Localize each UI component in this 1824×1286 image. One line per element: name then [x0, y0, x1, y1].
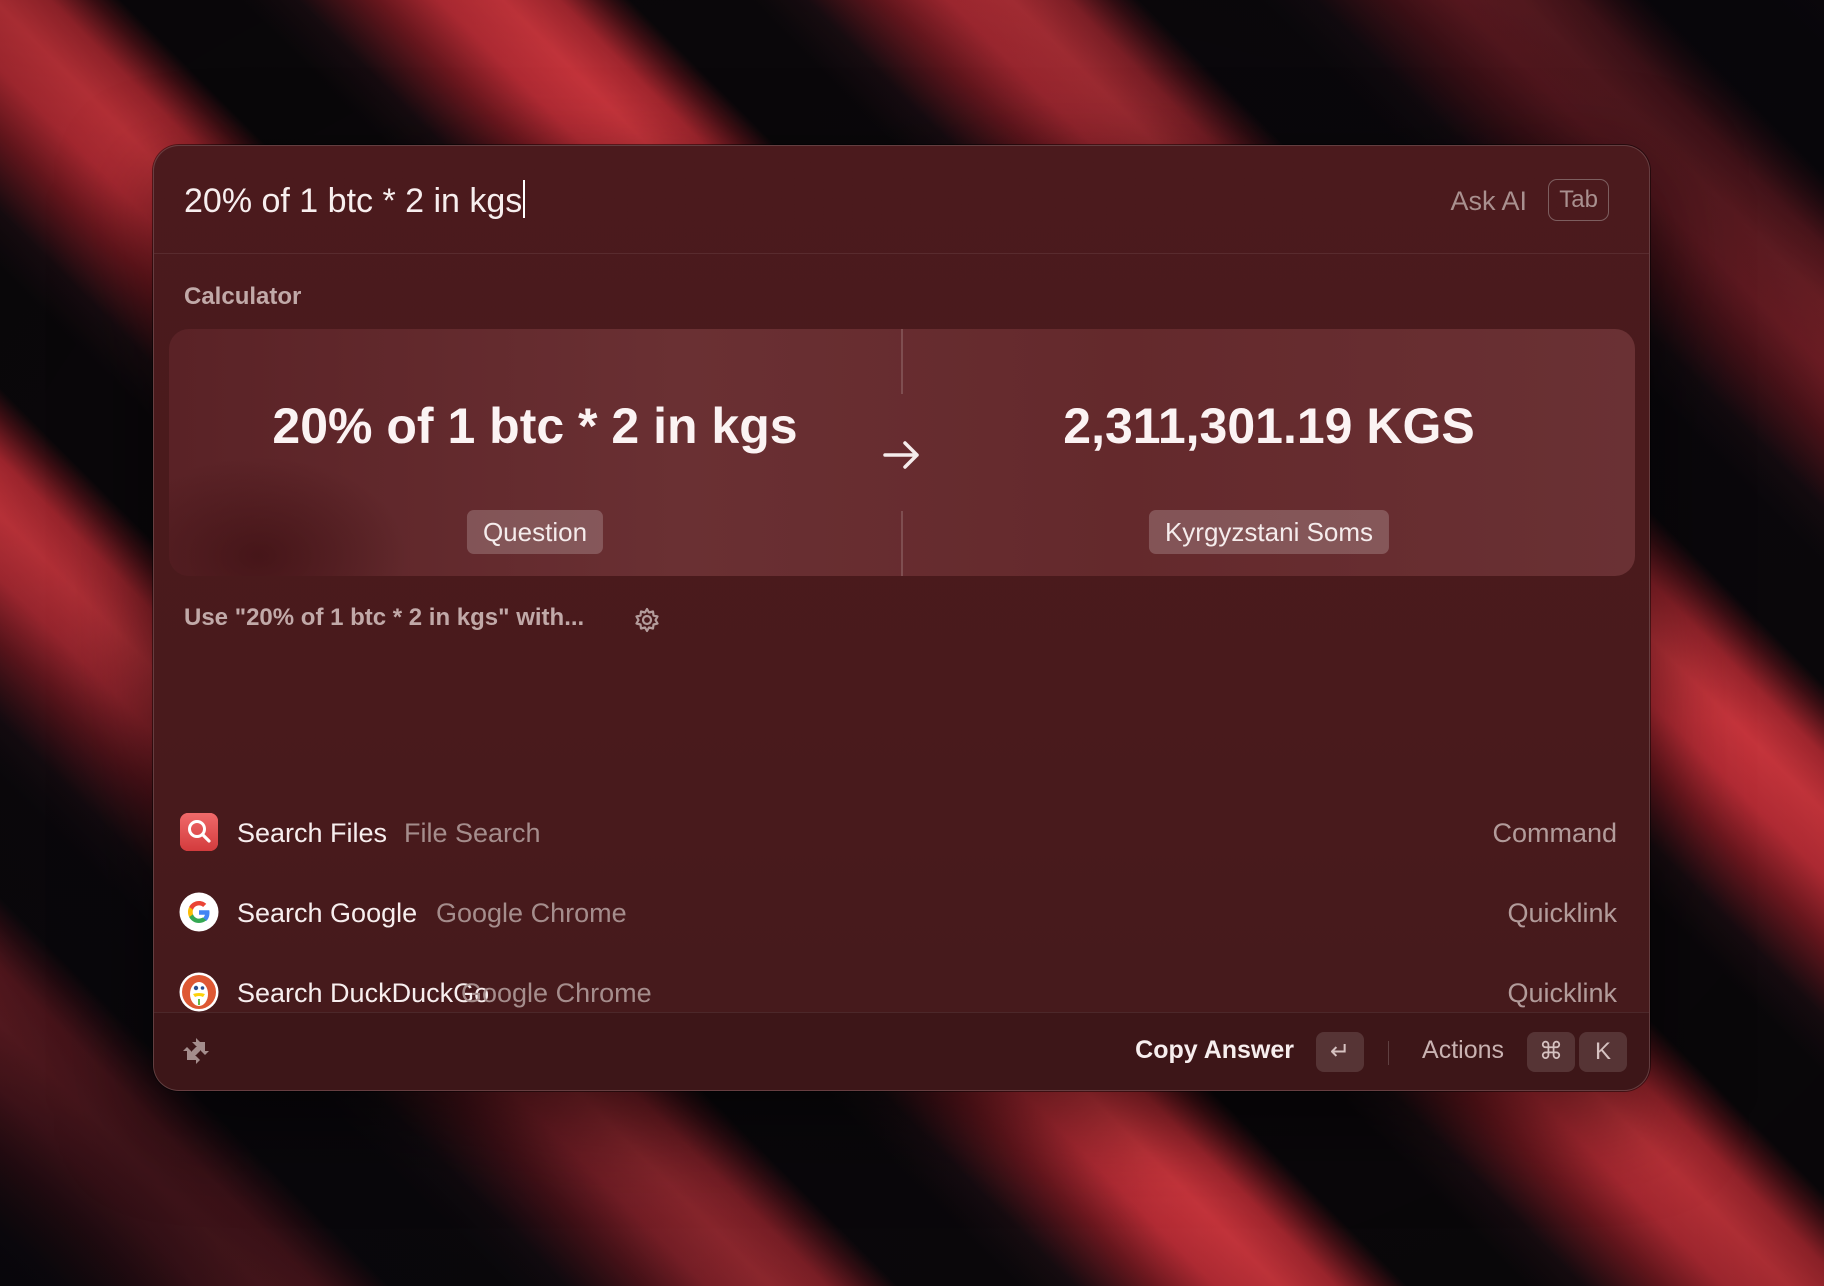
calculator-answer: 2,311,301.19 KGS [1063, 398, 1475, 454]
enter-key-hint: ↵ [1316, 1032, 1364, 1072]
copy-answer-button[interactable]: Copy Answer [1135, 1036, 1294, 1065]
gear-icon[interactable] [633, 606, 661, 634]
text-caret [523, 180, 526, 218]
result-subtitle: Google Chrome [436, 898, 627, 928]
use-with-label: Use "20% of 1 btc * 2 in kgs" with... [184, 604, 585, 631]
google-icon [179, 892, 219, 932]
answer-unit-tag: Kyrgyzstani Soms [1148, 510, 1390, 554]
raycast-logo-icon[interactable] [178, 1033, 214, 1069]
search-query-text: 20% of 1 btc * 2 in kgs [184, 182, 523, 220]
launcher-window: 20% of 1 btc * 2 in kgs Ask AI Tab Calcu… [153, 145, 1650, 1091]
question-tag: Question [466, 510, 604, 554]
result-kind: Quicklink [1507, 978, 1617, 1008]
result-title: Search DuckDuckGo [237, 978, 490, 1008]
command-key-hint: ⌘ [1527, 1032, 1575, 1072]
result-subtitle: File Search [404, 818, 541, 848]
ask-ai-button[interactable]: Ask AI [1450, 186, 1527, 217]
calculator-answer-panel: 2,311,301.19 KGS Kyrgyzstani Soms [903, 329, 1635, 576]
result-title: Search Google [237, 898, 418, 928]
calculator-question: 20% of 1 btc * 2 in kgs [272, 398, 798, 454]
search-bar: 20% of 1 btc * 2 in kgs Ask AI Tab [154, 146, 1649, 254]
calculator-section-label: Calculator [184, 283, 302, 310]
result-kind: Quicklink [1507, 898, 1617, 928]
duckduckgo-icon [179, 972, 219, 1012]
search-input[interactable]: 20% of 1 btc * 2 in kgs [184, 180, 526, 221]
result-kind: Command [1492, 818, 1617, 848]
result-item-search-google[interactable]: Search Google Google Chrome Quicklink [172, 877, 1632, 947]
calculator-result-card[interactable]: 20% of 1 btc * 2 in kgs Question 2,311,3… [169, 329, 1635, 576]
tab-key-hint: Tab [1548, 179, 1609, 221]
calculator-question-panel: 20% of 1 btc * 2 in kgs Question [169, 329, 901, 576]
result-title: Search Files [237, 818, 388, 848]
result-item-search-files[interactable]: Search Files File Search Command [172, 797, 1632, 867]
footer-divider [1387, 1041, 1389, 1065]
actions-button[interactable]: Actions [1422, 1036, 1504, 1065]
action-bar: Copy Answer ↵ Actions ⌘ K [154, 1012, 1649, 1090]
result-subtitle: Google Chrome [461, 978, 652, 1008]
file-search-icon [180, 813, 218, 851]
k-key-hint: K [1579, 1032, 1627, 1072]
